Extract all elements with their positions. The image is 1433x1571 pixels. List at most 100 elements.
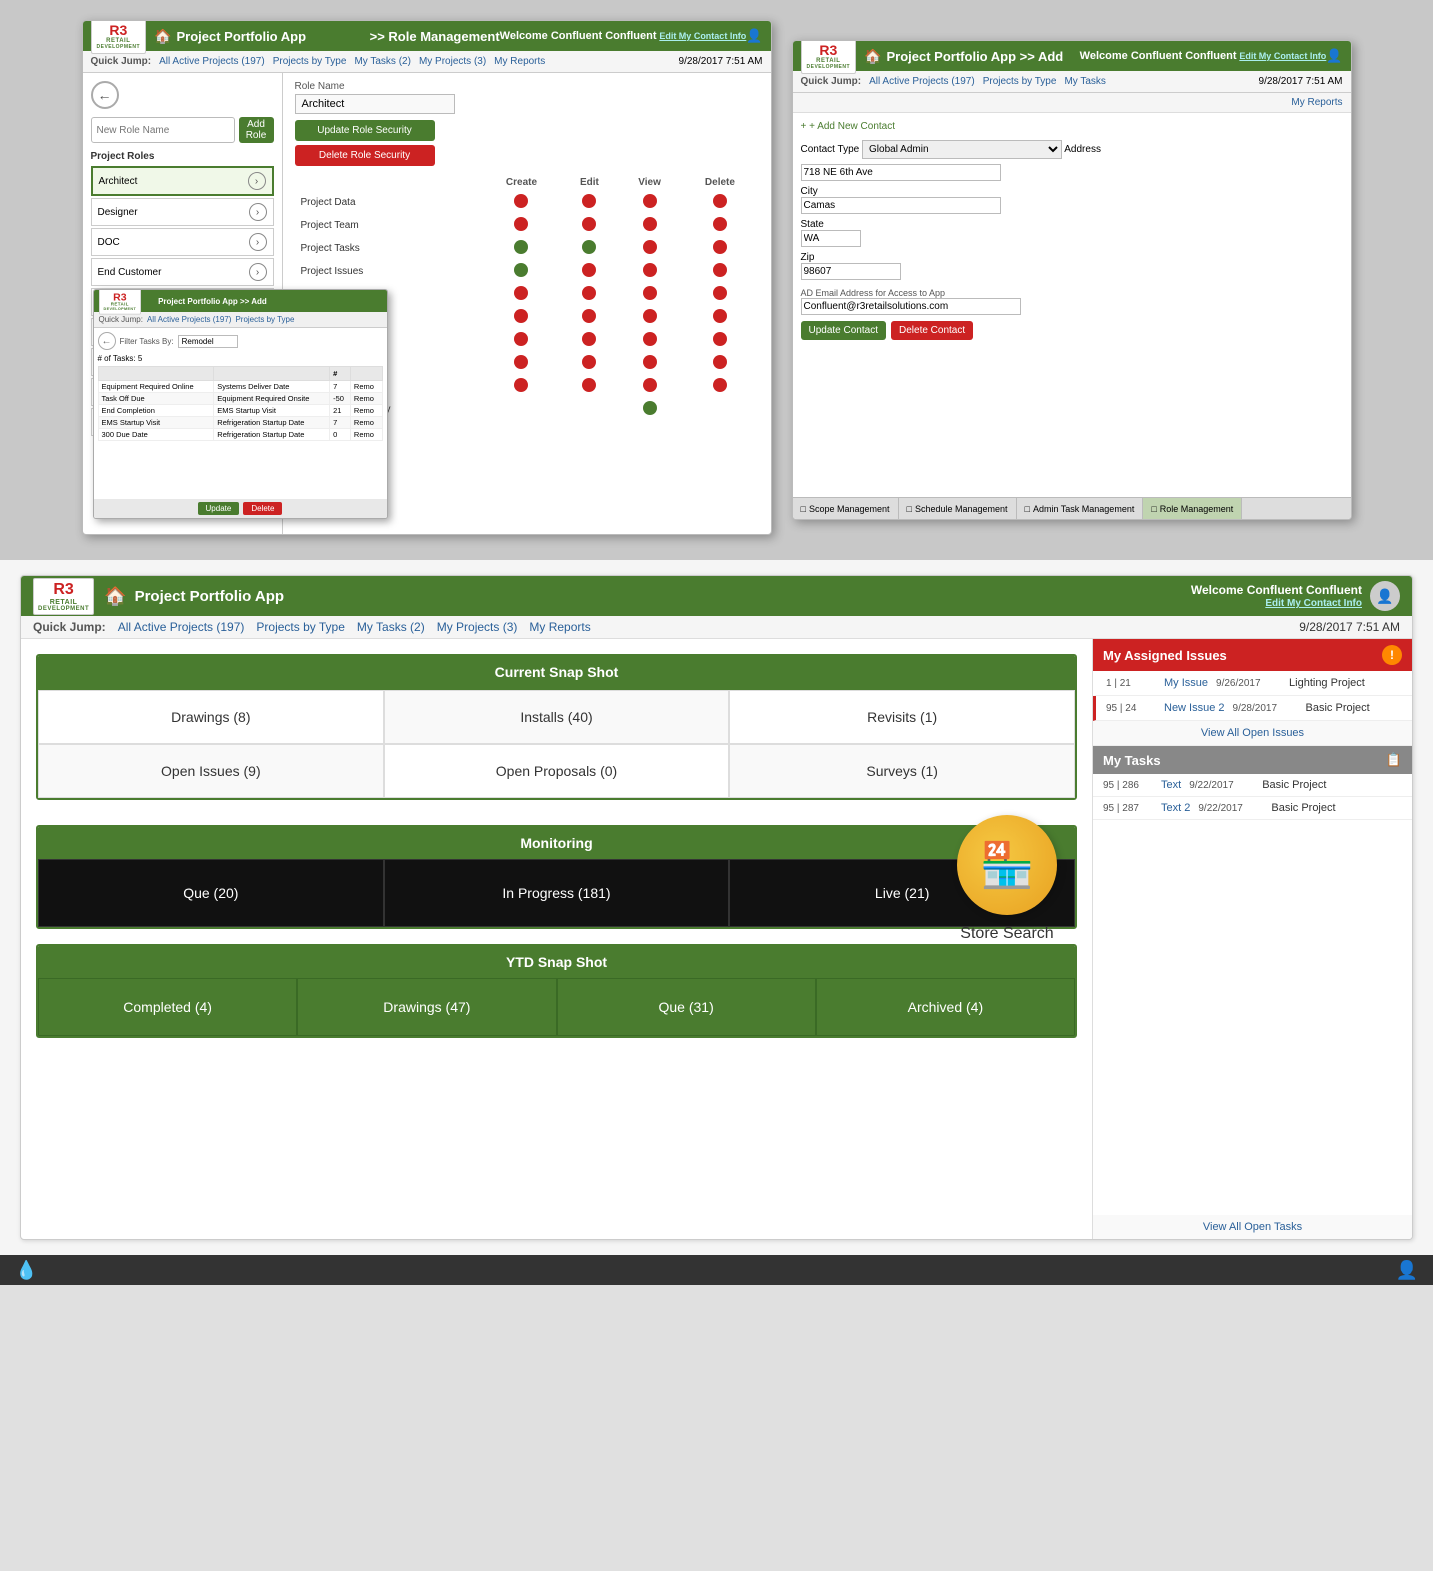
- perm-col-label: [295, 174, 482, 191]
- small-app-header: R3 RETAIL DEVELOPMENT Project Portfolio …: [94, 290, 387, 312]
- rqj-projects-type[interactable]: Projects by Type: [983, 76, 1057, 87]
- role-arrow-architect[interactable]: ›: [248, 172, 266, 190]
- address-input[interactable]: [801, 164, 1001, 181]
- r3-logo: R3 RETAIL DEVELOPMENT: [91, 20, 147, 54]
- add-contact-btn[interactable]: + + Add New Contact: [801, 121, 1343, 132]
- right-home-icon[interactable]: 🏠: [864, 48, 881, 65]
- dot: [713, 217, 727, 231]
- dot: [713, 309, 727, 323]
- my-reports-link[interactable]: My Reports: [494, 56, 545, 67]
- role-item-designer[interactable]: Designer ›: [91, 198, 274, 226]
- snap-cell-openissues[interactable]: Open Issues (9): [38, 744, 384, 798]
- user-avatar[interactable]: 👤: [746, 28, 762, 44]
- state-input[interactable]: [801, 230, 861, 247]
- store-search-area[interactable]: 🏪 Store Search: [957, 815, 1057, 943]
- main-avatar[interactable]: 👤: [1370, 581, 1400, 611]
- tab-schedule-mgmt[interactable]: □ Schedule Management: [899, 498, 1017, 519]
- dot: [514, 355, 528, 369]
- dot: [643, 286, 657, 300]
- update-small-btn[interactable]: Update: [198, 502, 240, 515]
- rqj-my-tasks[interactable]: My Tasks: [1064, 76, 1106, 87]
- snap-cell-surveys[interactable]: Surveys (1): [729, 744, 1075, 798]
- monitor-cell-que[interactable]: Que (20): [38, 859, 384, 927]
- task-link-2[interactable]: Text 2: [1161, 802, 1190, 814]
- tab-scope-mgmt[interactable]: □ Scope Management: [793, 498, 899, 519]
- task-link-1[interactable]: Text: [1161, 779, 1181, 791]
- nav-projects-by-type[interactable]: Projects by Type: [256, 620, 345, 634]
- main-home-icon[interactable]: 🏠: [104, 586, 126, 607]
- delete-security-button[interactable]: Delete Role Security: [295, 145, 435, 166]
- person-icon[interactable]: 👤: [1396, 1260, 1418, 1281]
- tab-role-mgmt[interactable]: □ Role Management: [1143, 498, 1242, 519]
- right-avatar[interactable]: 👤: [1326, 48, 1342, 64]
- my-reports-link[interactable]: My Reports: [1291, 97, 1342, 108]
- ad-email-input[interactable]: [801, 298, 1021, 315]
- new-role-input[interactable]: [91, 117, 235, 143]
- filter-input[interactable]: [178, 335, 238, 348]
- main-edit-link[interactable]: Edit My Contact Info: [1265, 598, 1362, 609]
- my-projects-link[interactable]: My Projects (3): [419, 56, 486, 67]
- contact-type-label: Contact Type: [801, 144, 860, 155]
- ytd-cell-completed[interactable]: Completed (4): [38, 978, 297, 1036]
- issue-link-1[interactable]: My Issue: [1164, 677, 1208, 689]
- main-welcome-user: Welcome Confluent Confluent: [1191, 583, 1362, 597]
- delete-small-btn[interactable]: Delete: [243, 502, 282, 515]
- table-row: Task Off DueEquipment Required Onsite-50…: [98, 393, 382, 405]
- monitor-cell-inprogress[interactable]: In Progress (181): [384, 859, 730, 927]
- admin-icon: □: [1025, 504, 1030, 514]
- quickjump-label: Quick Jump:: [91, 56, 152, 67]
- update-contact-btn[interactable]: Update Contact: [801, 321, 887, 340]
- role-arrow-designer[interactable]: ›: [249, 203, 267, 221]
- task-project-1: Basic Project: [1262, 779, 1326, 791]
- nav-my-tasks[interactable]: My Tasks (2): [357, 620, 425, 634]
- ytd-cell-drawings[interactable]: Drawings (47): [297, 978, 556, 1036]
- view-all-tasks-btn[interactable]: View All Open Tasks: [1093, 1215, 1412, 1239]
- view-all-issues-btn[interactable]: View All Open Issues: [1093, 721, 1412, 746]
- status-bar: 💧 👤: [0, 1255, 1433, 1285]
- add-role-button[interactable]: Add Role: [239, 117, 274, 143]
- ytd-cell-archived[interactable]: Archived (4): [816, 978, 1075, 1036]
- role-arrow-endcustomer[interactable]: ›: [249, 263, 267, 281]
- contact-type-select[interactable]: Global Admin: [862, 140, 1062, 159]
- projects-by-type-link[interactable]: Projects by Type: [273, 56, 347, 67]
- main-nav: Quick Jump: All Active Projects (197) Pr…: [21, 616, 1412, 639]
- dot: [643, 401, 657, 415]
- welcome-user: Welcome Confluent Confluent: [500, 30, 657, 42]
- my-tasks-link[interactable]: My Tasks (2): [354, 56, 411, 67]
- right-edit-link[interactable]: Edit My Contact Info: [1239, 51, 1326, 61]
- dot: [514, 263, 528, 277]
- tab-admin-task-mgmt[interactable]: □ Admin Task Management: [1017, 498, 1144, 519]
- nav-my-reports[interactable]: My Reports: [529, 620, 590, 634]
- role-arrow-doc[interactable]: ›: [249, 233, 267, 251]
- tasks-screenshot-overlay: R3 RETAIL DEVELOPMENT Project Portfolio …: [93, 289, 388, 519]
- snap-cell-openproposals[interactable]: Open Proposals (0): [384, 744, 730, 798]
- nav-all-projects[interactable]: All Active Projects (197): [118, 620, 245, 634]
- rqj-all-projects[interactable]: All Active Projects (197): [869, 76, 975, 87]
- role-item-endcustomer[interactable]: End Customer ›: [91, 258, 274, 286]
- role-item-architect[interactable]: Architect ›: [91, 166, 274, 196]
- zip-input[interactable]: [801, 263, 901, 280]
- dot: [582, 263, 596, 277]
- state-label: State: [801, 219, 824, 230]
- snap-cell-drawings[interactable]: Drawings (8): [38, 690, 384, 744]
- store-search-icon[interactable]: 🏪: [957, 815, 1057, 915]
- my-reports-bar: My Reports: [793, 93, 1351, 113]
- snap-cell-revisits[interactable]: Revisits (1): [729, 690, 1075, 744]
- ytd-cell-que[interactable]: Que (31): [557, 978, 816, 1036]
- edit-contact-link[interactable]: Edit My Contact Info: [659, 31, 746, 41]
- role-item-doc[interactable]: DOC ›: [91, 228, 274, 256]
- city-input[interactable]: [801, 197, 1001, 214]
- all-projects-link[interactable]: All Active Projects (197): [159, 56, 265, 67]
- issue-project-1: Lighting Project: [1289, 677, 1365, 689]
- back-button[interactable]: ←: [91, 81, 119, 109]
- ytd-grid: Completed (4) Drawings (47) Que (31) Arc…: [38, 978, 1075, 1036]
- small-back-btn[interactable]: ←: [98, 332, 116, 350]
- main-datetime: 9/28/2017 7:51 AM: [1299, 620, 1400, 634]
- home-icon[interactable]: 🏠: [154, 28, 171, 45]
- issue-link-2[interactable]: New Issue 2: [1164, 702, 1225, 714]
- task-count: # of Tasks: 5: [98, 354, 383, 363]
- snap-cell-installs[interactable]: Installs (40): [384, 690, 730, 744]
- delete-contact-btn[interactable]: Delete Contact: [891, 321, 973, 340]
- update-security-button[interactable]: Update Role Security: [295, 120, 435, 141]
- nav-my-projects[interactable]: My Projects (3): [437, 620, 518, 634]
